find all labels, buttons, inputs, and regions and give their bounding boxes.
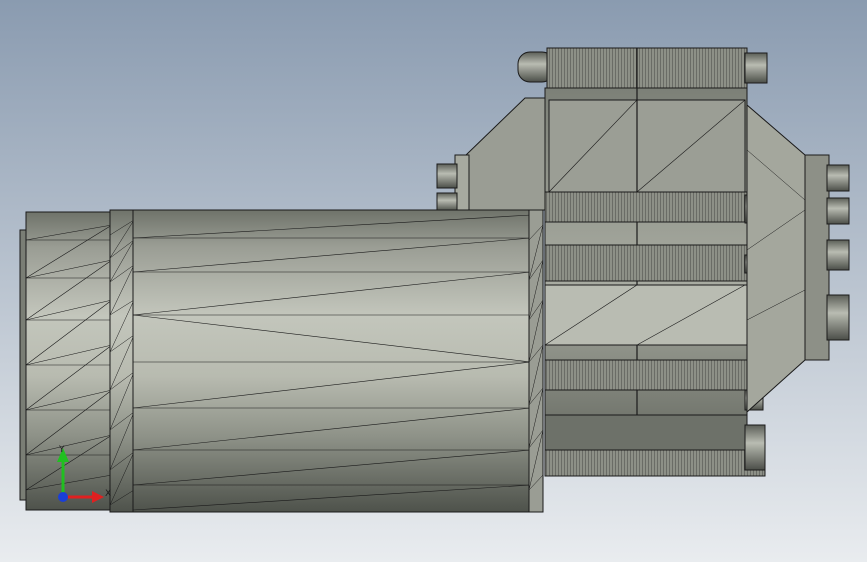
- rib-band-4: [544, 449, 766, 477]
- side-bolt-left-1: [436, 163, 458, 189]
- top-flange: [546, 47, 748, 89]
- output-bolt-4: [826, 294, 850, 341]
- gearbox-upper-panel: [548, 99, 746, 193]
- top-bolt-right: [744, 52, 768, 84]
- rib-band-3: [544, 359, 766, 391]
- gearbox-lower-panel: [544, 414, 748, 451]
- x-axis-label: X: [105, 489, 111, 499]
- cad-scene[interactable]: Y X: [0, 0, 867, 562]
- output-bolt-3: [826, 239, 850, 271]
- z-axis-dot: [58, 492, 68, 502]
- motor-rear-cap: [25, 211, 113, 511]
- y-axis-label: Y: [58, 445, 65, 455]
- output-flange: [804, 154, 830, 361]
- rib-band-2: [544, 244, 766, 282]
- rib-band-1: [544, 191, 766, 223]
- output-cone: [746, 103, 806, 414]
- side-bolt-left-2: [436, 192, 458, 212]
- output-bolt-1: [826, 164, 850, 192]
- right-bolt-4: [744, 424, 766, 471]
- motor-front-flange: [528, 209, 544, 513]
- motor-body[interactable]: [19, 209, 544, 513]
- output-bolt-2: [826, 197, 850, 225]
- cad-viewport[interactable]: Y X: [0, 0, 867, 562]
- gearbox-mid-panel: [544, 284, 748, 346]
